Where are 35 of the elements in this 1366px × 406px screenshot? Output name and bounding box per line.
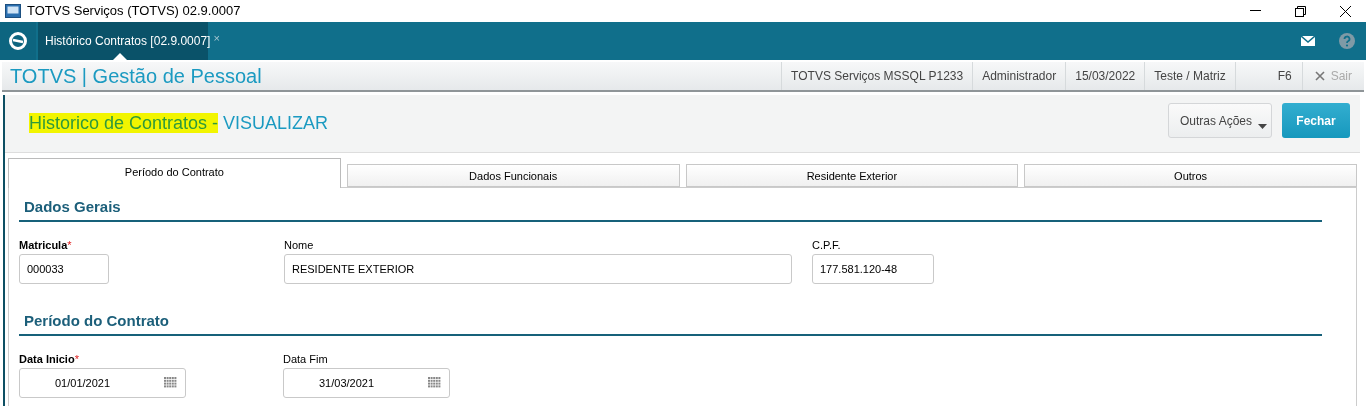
mail-icon[interactable] [1301, 36, 1315, 46]
product-title: TOTVS | Gestão de Pessoal [9, 64, 262, 89]
header-info: Teste / Matriz [1144, 62, 1235, 90]
app-icon [5, 4, 21, 18]
field-label: Nome [284, 237, 315, 253]
header-info: Administrador [972, 62, 1066, 90]
restore-icon[interactable] [1295, 5, 1306, 17]
date-field[interactable]: 31/03/2021 [283, 368, 450, 398]
logo-icon[interactable] [9, 32, 27, 50]
field-label: C.P.F. [812, 237, 842, 253]
header-info: 15/03/2022 [1065, 62, 1145, 90]
page-title: Historico de Contratos - VISUALIZAR [29, 112, 329, 135]
header-info[interactable]: F6 [1234, 62, 1302, 90]
pointer-icon [113, 53, 127, 60]
header-info: TOTVS Serviços MSSQL P1233 [781, 62, 973, 90]
more-actions-button[interactable]: Outras Ações [1168, 103, 1272, 138]
tab[interactable]: Período do Contrato [8, 158, 341, 188]
field-label: Data Inicio* [19, 351, 80, 367]
tab[interactable]: Dados Funcionais [346, 164, 680, 187]
calendar-icon[interactable] [164, 377, 177, 388]
tab[interactable]: Outros [1024, 164, 1357, 187]
caret-icon [1258, 124, 1267, 129]
section-heading: Dados Gerais [19, 196, 1322, 222]
close-icon[interactable] [1340, 5, 1351, 17]
text-field[interactable]: RESIDENTE EXTERIOR [284, 254, 792, 284]
text-field[interactable]: 177.581.120-48 [812, 254, 934, 284]
section-heading: Período do Contrato [19, 310, 1322, 336]
minimize-icon[interactable] [1250, 10, 1261, 12]
calendar-icon[interactable] [428, 377, 441, 388]
field-label: Data Fim [283, 351, 329, 367]
field-label: Matricula* [19, 237, 73, 253]
text-field[interactable]: 000033 [19, 254, 109, 284]
tab[interactable]: Residente Exterior [685, 164, 1019, 187]
window-title: TOTVS Serviços (TOTVS) 02.9.0007 [27, 2, 241, 21]
date-field[interactable]: 01/01/2021 [19, 368, 186, 398]
